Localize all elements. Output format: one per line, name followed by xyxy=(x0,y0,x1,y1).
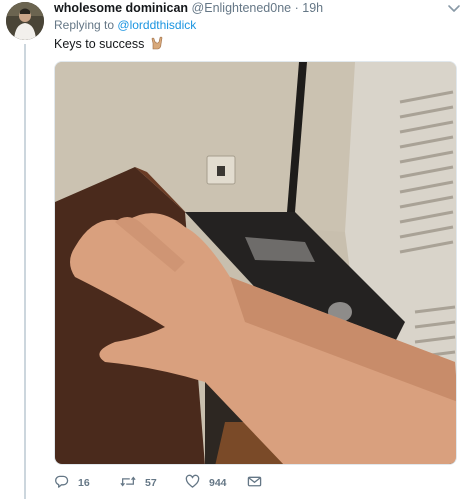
reply-count: 16 xyxy=(78,477,90,489)
like-action[interactable]: 944 xyxy=(185,474,227,492)
separator-dot: · xyxy=(294,1,299,15)
replying-to: Replying to @lorddthisdick xyxy=(54,17,196,33)
tweet-text: Keys to success xyxy=(54,36,164,54)
photo-hand-on-speaker xyxy=(55,62,456,464)
tweet-text-body: Keys to success xyxy=(54,37,145,51)
retweet-icon xyxy=(120,474,136,492)
tweet-timestamp[interactable]: 19h xyxy=(302,1,323,15)
retweet-count: 57 xyxy=(145,477,157,489)
heart-icon xyxy=(185,474,200,492)
user-handle[interactable]: @Enlightened0ne xyxy=(192,1,292,15)
envelope-icon xyxy=(247,474,262,492)
avatar[interactable] xyxy=(6,2,44,40)
chevron-down-icon[interactable] xyxy=(446,0,462,16)
sign-of-the-horns-hand-emoji xyxy=(150,36,164,54)
display-name[interactable]: wholesome dominican xyxy=(54,1,188,15)
like-count: 944 xyxy=(209,477,227,489)
avatar-image xyxy=(6,2,44,40)
replying-to-mention[interactable]: @lorddthisdick xyxy=(117,18,196,32)
tweet-header: wholesome dominican @Enlightened0ne · 19… xyxy=(54,0,444,18)
reply-icon xyxy=(54,474,69,492)
reply-action[interactable]: 16 xyxy=(54,474,90,492)
retweet-action[interactable]: 57 xyxy=(120,474,157,492)
replying-to-label: Replying to xyxy=(54,18,115,32)
direct-message-action[interactable] xyxy=(247,474,262,492)
tweet-photo[interactable] xyxy=(54,61,457,465)
thread-line xyxy=(24,44,26,499)
